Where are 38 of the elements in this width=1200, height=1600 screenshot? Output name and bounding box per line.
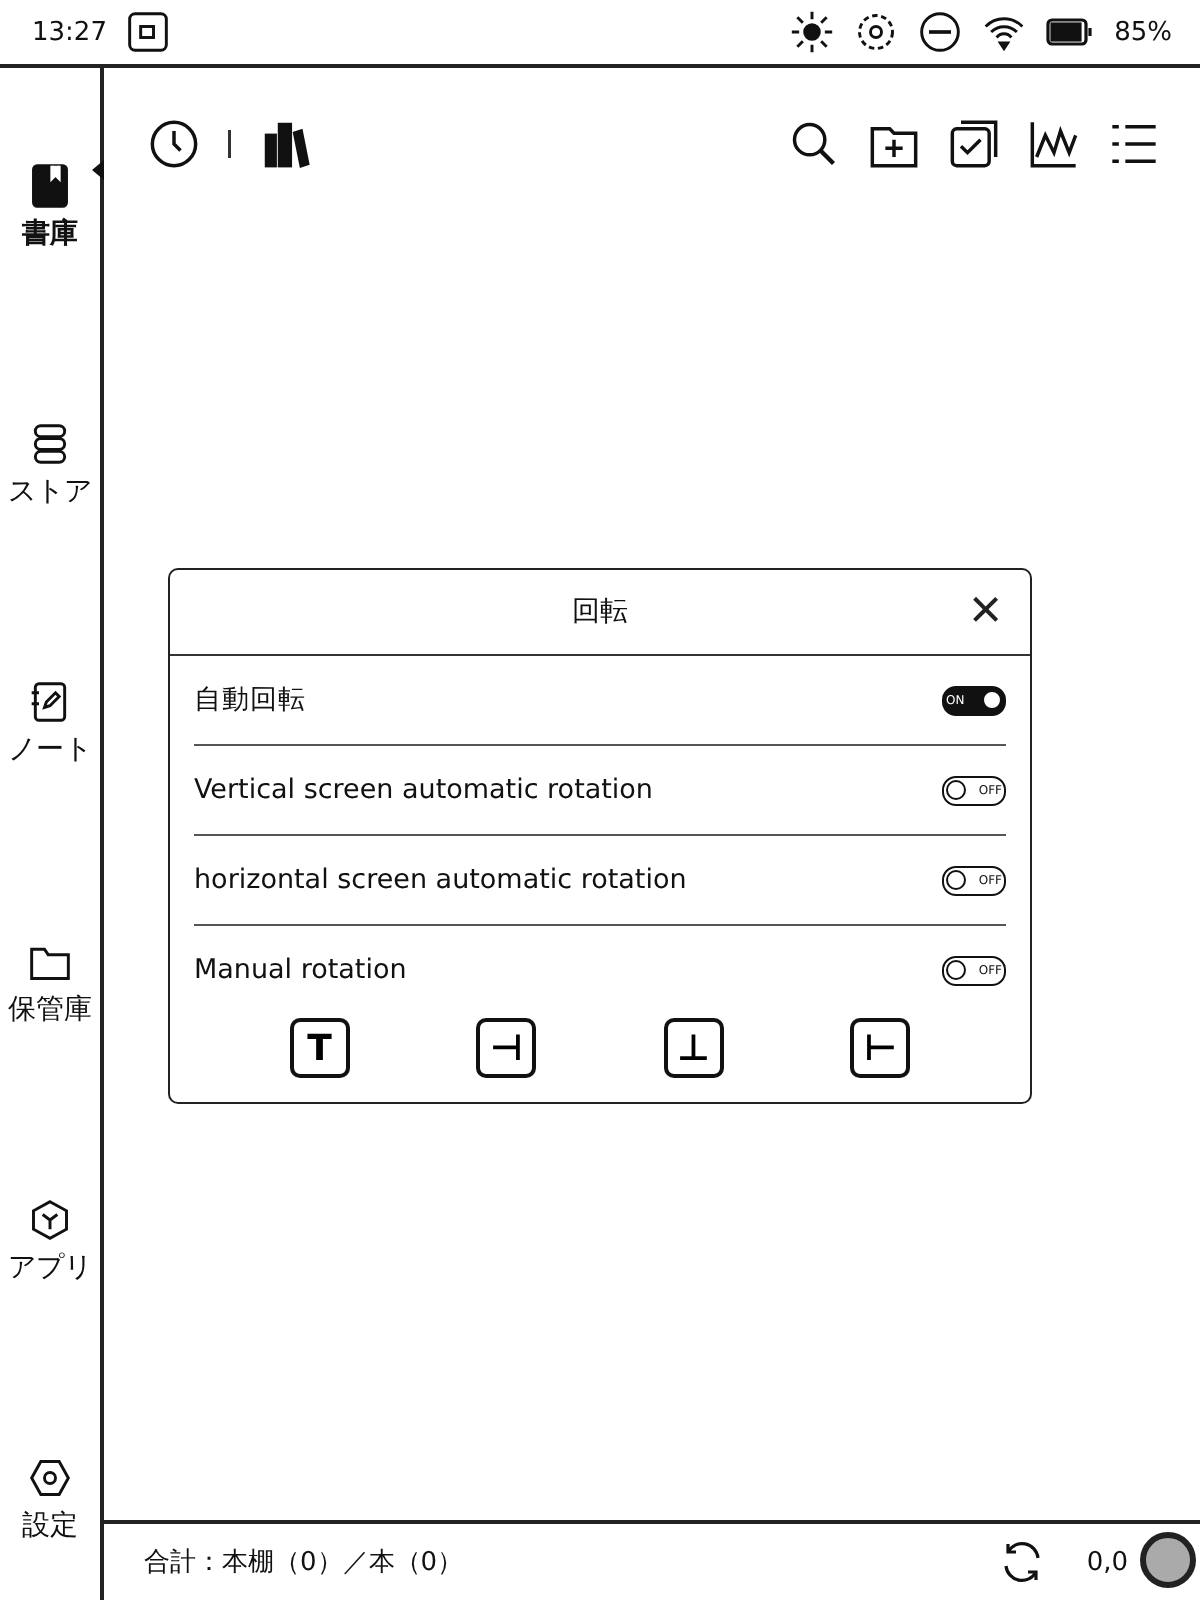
setting-label: 自動回転: [194, 682, 306, 718]
floating-button[interactable]: [1140, 1532, 1196, 1588]
page-count: 0,0: [1086, 1547, 1128, 1577]
sidebar-item[interactable]: ストア: [0, 422, 100, 511]
refresh-icon: [854, 10, 899, 54]
notebook-icon: [28, 680, 72, 725]
clock-time: 13:27: [32, 17, 107, 47]
orientation-button[interactable]: ⊣: [476, 1018, 537, 1078]
setting-label: Manual rotation: [194, 954, 407, 986]
orientation-button[interactable]: T: [289, 1018, 350, 1078]
selection-pointer-icon: [92, 160, 104, 180]
clock-icon[interactable]: [148, 118, 200, 170]
chart-icon[interactable]: [1028, 118, 1080, 170]
sidebar-item[interactable]: 設定: [0, 1455, 100, 1544]
setting-label: Vertical screen automatic rotation: [194, 774, 653, 806]
sidebar-item[interactable]: 保管庫: [0, 939, 100, 1028]
do-not-disturb-icon: [918, 10, 963, 54]
setting-label: horizontal screen automatic rotation: [194, 864, 687, 896]
sidebar-item[interactable]: ノート: [0, 680, 100, 769]
orientation-button[interactable]: ⊥: [663, 1018, 724, 1078]
settings-icon: [28, 1455, 72, 1500]
brightness-icon: [790, 10, 835, 54]
books-icon: [28, 422, 72, 467]
hexagon-icon: [28, 1197, 72, 1242]
screen-icon: [126, 10, 171, 54]
close-button[interactable]: ×: [969, 586, 1002, 634]
sidebar-item[interactable]: 書庫: [0, 164, 100, 252]
orientation-button[interactable]: ⊢: [850, 1018, 911, 1078]
checkbox-icon[interactable]: [948, 118, 1000, 170]
divider-line: [228, 130, 232, 158]
dialog-title: 回転: [572, 594, 628, 630]
sidebar-item[interactable]: アプリ: [0, 1197, 100, 1286]
library-summary: 合計：本棚（0）／本（0）: [144, 1546, 464, 1580]
bookshelf-icon[interactable]: [260, 118, 312, 170]
battery-icon: [1046, 16, 1095, 48]
book-icon: [28, 164, 72, 208]
battery-percentage: 85%: [1114, 17, 1172, 47]
search-icon[interactable]: [788, 118, 840, 170]
